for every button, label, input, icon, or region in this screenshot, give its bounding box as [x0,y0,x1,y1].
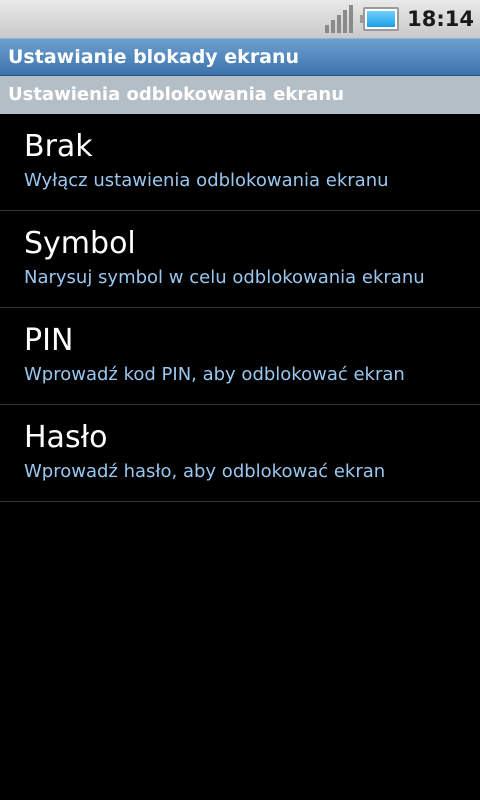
option-pattern[interactable]: Symbol Narysuj symbol w celu odblokowani… [0,211,480,308]
battery-icon [360,7,400,31]
option-none[interactable]: Brak Wyłącz ustawienia odblokowania ekra… [0,114,480,211]
option-title: Hasło [24,420,108,455]
battery-level [367,11,396,27]
option-title: Brak [24,129,93,164]
option-subtitle: Wyłącz ustawienia odblokowania ekranu [24,170,389,191]
option-password[interactable]: Hasło Wprowadź hasło, aby odblokować ekr… [0,405,480,502]
page-title: Ustawianie blokady ekranu [0,38,480,76]
option-title: Symbol [24,226,136,261]
option-subtitle: Wprowadź kod PIN, aby odblokować ekran [24,364,405,385]
option-pin[interactable]: PIN Wprowadź kod PIN, aby odblokować ekr… [0,308,480,405]
status-bar: 18:14 [0,0,480,38]
section-header: Ustawienia odblokowania ekranu [0,76,480,114]
option-subtitle: Narysuj symbol w celu odblokowania ekran… [24,267,425,288]
lock-options-list: Brak Wyłącz ustawienia odblokowania ekra… [0,114,480,502]
option-title: PIN [24,323,74,358]
option-subtitle: Wprowadź hasło, aby odblokować ekran [24,461,386,482]
status-indicators: 18:14 [325,0,474,38]
status-clock: 18:14 [407,7,474,31]
signal-bars-icon [325,5,355,33]
